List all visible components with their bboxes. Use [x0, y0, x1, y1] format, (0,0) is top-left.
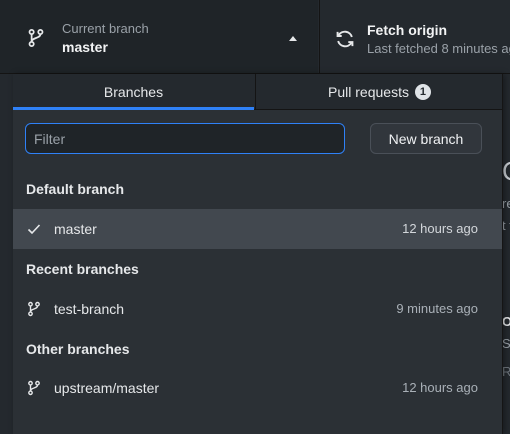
current-branch-name: master	[62, 39, 108, 55]
check-icon	[27, 224, 41, 235]
section-header-default: Default branch	[26, 181, 125, 197]
git-branch-icon	[28, 380, 40, 396]
branch-row-upstream-master[interactable]: upstream/master 12 hours ago	[13, 368, 502, 408]
branch-row-master[interactable]: master 12 hours ago	[13, 209, 502, 249]
branch-name: test-branch	[54, 301, 125, 317]
branch-name: upstream/master	[54, 380, 160, 396]
current-branch-button[interactable]: Current branch master	[0, 0, 318, 73]
active-tab-indicator	[13, 107, 254, 110]
branch-time: 9 minutes ago	[396, 301, 478, 316]
branch-time: 12 hours ago	[402, 221, 478, 236]
git-branch-icon	[28, 301, 40, 317]
tab-pull-requests-label: Pull requests	[328, 83, 409, 100]
section-header-other: Other branches	[26, 341, 130, 357]
caret-up-icon	[289, 36, 297, 41]
toolbar: Current branch master Fetch origin Last …	[0, 0, 510, 74]
current-branch-label: Current branch	[62, 21, 149, 36]
fetch-origin-button[interactable]: Fetch origin Last fetched 8 minutes ago	[319, 0, 510, 73]
github-desktop-window: Current branch master Fetch origin Last …	[0, 0, 510, 434]
new-branch-button[interactable]: New branch	[370, 123, 482, 154]
sync-icon	[336, 30, 354, 48]
branch-row-test-branch[interactable]: test-branch 9 minutes ago	[13, 289, 502, 329]
tab-branches[interactable]: Branches	[13, 74, 254, 110]
filter-input[interactable]	[25, 123, 345, 154]
git-branch-icon	[28, 29, 44, 48]
background-content: C re t t Op Se Re	[502, 156, 510, 379]
tab-pull-requests[interactable]: Pull requests 1	[255, 74, 503, 109]
fetch-origin-title: Fetch origin	[367, 22, 448, 38]
last-fetched-text: Last fetched 8 minutes ago	[367, 41, 510, 56]
branch-time: 12 hours ago	[402, 380, 478, 395]
branch-name: master	[54, 221, 97, 237]
tab-branches-label: Branches	[103, 83, 164, 100]
pull-requests-count-badge: 1	[414, 83, 431, 100]
tab-bar: Branches Pull requests 1	[13, 74, 502, 110]
section-header-recent: Recent branches	[26, 261, 139, 277]
branches-dropdown: Branches Pull requests 1 New branch Defa…	[13, 74, 503, 434]
